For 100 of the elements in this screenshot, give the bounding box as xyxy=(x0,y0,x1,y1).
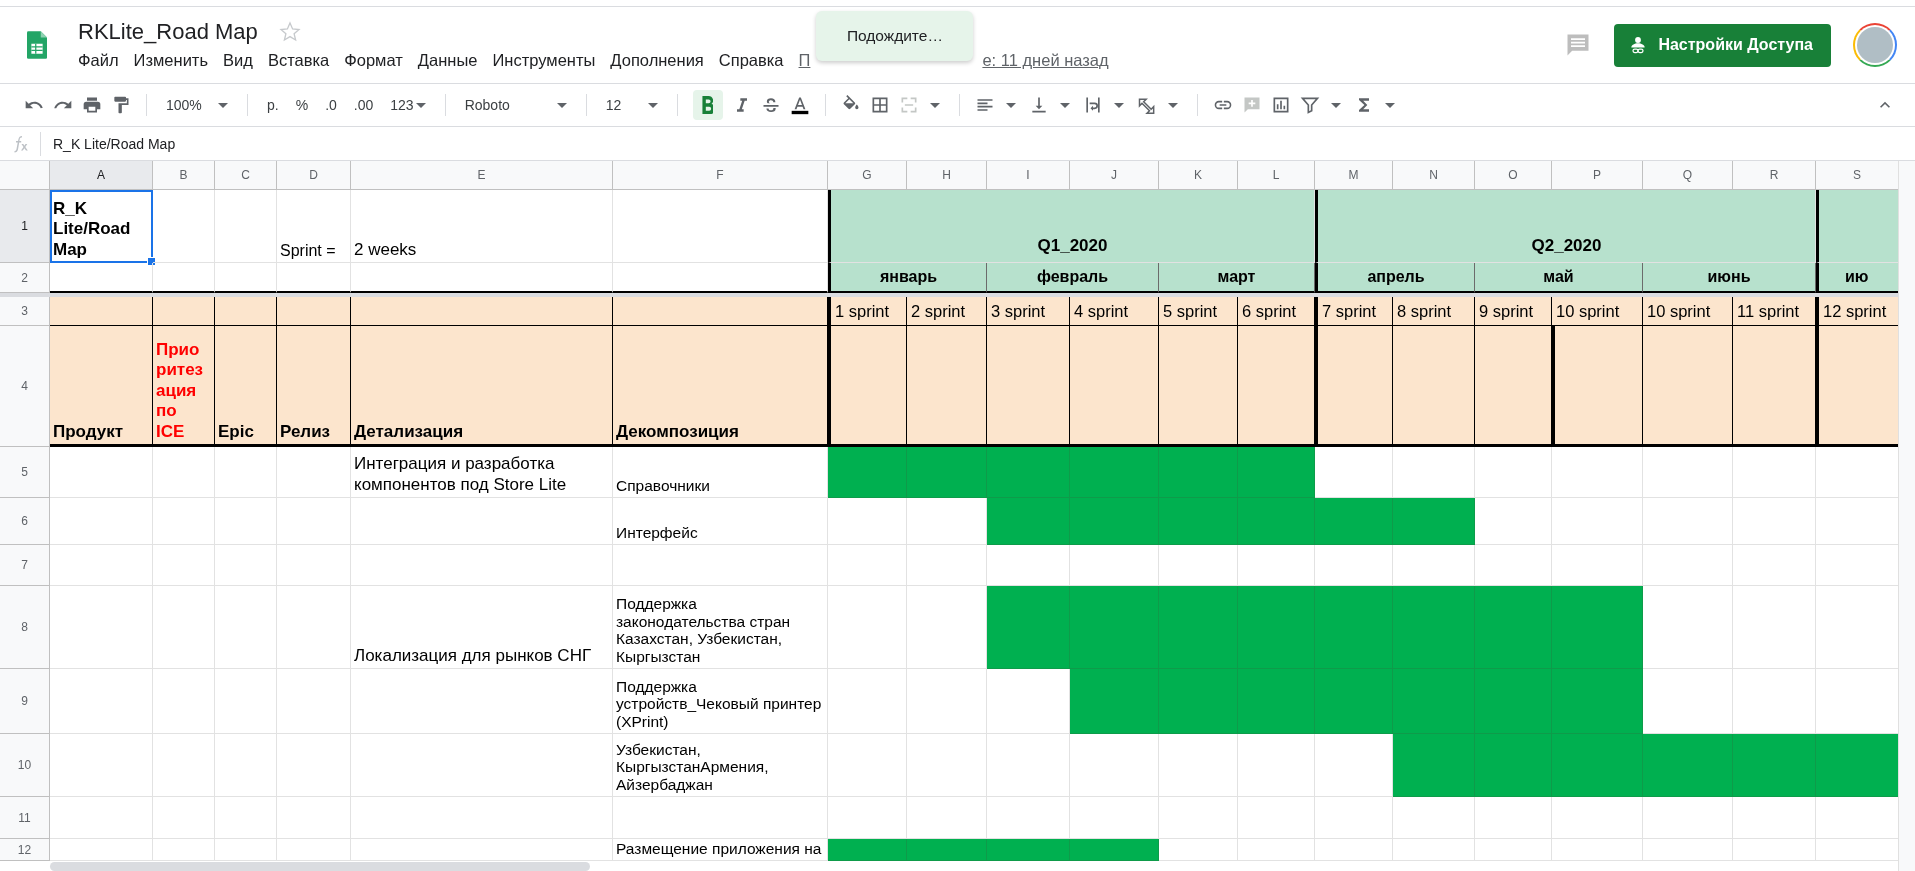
decrease-decimal-button[interactable]: .0 xyxy=(321,90,341,120)
row-number[interactable]: 7 xyxy=(0,545,50,586)
menu-item[interactable]: Инструменты xyxy=(492,48,602,72)
number-format-dropdown[interactable]: 123 xyxy=(386,90,430,120)
row-number[interactable]: 6 xyxy=(0,498,50,545)
column-header[interactable]: F xyxy=(613,161,828,190)
formula-field[interactable]: R_K Lite/Road Map xyxy=(41,135,176,152)
menu-item[interactable]: Изменить xyxy=(133,48,214,72)
table-cell xyxy=(215,545,277,586)
month-header: май xyxy=(1475,263,1643,293)
percent-format-button[interactable]: % xyxy=(291,90,313,120)
caret-icon[interactable] xyxy=(1005,102,1016,108)
column-header[interactable]: B xyxy=(153,161,215,190)
currency-format-button[interactable]: р. xyxy=(263,90,283,120)
table-cell xyxy=(153,297,215,326)
row-number[interactable]: 9 xyxy=(0,669,50,734)
text-color-icon[interactable] xyxy=(789,95,810,115)
print-icon[interactable] xyxy=(82,95,102,115)
sprint-header: 7 sprint xyxy=(1315,297,1393,326)
loading-toast: Подождите… xyxy=(816,10,974,61)
menu-item[interactable]: Дополнения xyxy=(610,48,710,72)
sprint-header: 2 sprint xyxy=(907,297,987,326)
column-header[interactable]: G xyxy=(828,161,907,190)
column-header[interactable]: L xyxy=(1238,161,1315,190)
horizontal-scrollbar[interactable] xyxy=(50,862,590,871)
row-number[interactable]: 5 xyxy=(0,447,50,498)
column-header[interactable]: Q xyxy=(1643,161,1733,190)
table-cell: Интерфейс xyxy=(613,498,828,545)
caret-icon[interactable] xyxy=(929,102,940,108)
column-header[interactable]: A xyxy=(50,161,153,190)
table-cell xyxy=(215,839,277,861)
sprint-header: 11 sprint xyxy=(1733,297,1816,326)
caret-icon[interactable] xyxy=(1113,102,1124,108)
column-title: Декомпозиция xyxy=(613,326,828,447)
last-edit-link[interactable]: е: 11 дней назад xyxy=(982,50,1109,70)
column-header[interactable]: H xyxy=(907,161,987,190)
column-title: Детализация xyxy=(351,326,613,447)
table-cell xyxy=(153,839,215,861)
menu-item[interactable]: Данные xyxy=(417,48,484,72)
table-cell xyxy=(215,498,277,545)
caret-icon[interactable] xyxy=(1330,102,1341,108)
table-cell: Поддержка устройств_Чековый принтер (XPrint) xyxy=(613,669,828,734)
menu-item[interactable]: Вид xyxy=(223,48,259,72)
sprint-header: 4 sprint xyxy=(1070,297,1159,326)
table-cell: Узбекистан, КыргызстанАрмения, Айзербаджан xyxy=(613,734,828,797)
table-cell[interactable]: R_K Lite/Road Map xyxy=(50,190,153,263)
caret-icon[interactable] xyxy=(1167,102,1178,108)
vertical-scrollbar[interactable] xyxy=(1898,161,1915,871)
table-cell xyxy=(215,447,277,498)
menu-item[interactable]: Файл xyxy=(78,48,125,72)
increase-decimal-button[interactable]: .00 xyxy=(349,90,378,120)
caret-icon[interactable] xyxy=(1384,102,1395,108)
filter-icon[interactable] xyxy=(1299,95,1320,115)
row-number[interactable]: 8 xyxy=(0,586,50,669)
user-avatar[interactable] xyxy=(1853,23,1897,67)
bold-button[interactable] xyxy=(692,90,723,120)
sprint-header: 5 sprint xyxy=(1159,297,1238,326)
table-cell xyxy=(153,797,215,839)
row-number[interactable]: 1 xyxy=(0,190,50,263)
paint-format-icon[interactable] xyxy=(111,95,131,115)
column-header[interactable]: N xyxy=(1393,161,1475,190)
table-cell: Sprint = xyxy=(277,190,351,263)
bold-icon xyxy=(702,96,714,114)
month-header: январь xyxy=(828,263,987,293)
table-cell: Поддержка законодательства стран Казахстан, Узбекистан, Кыргызстан xyxy=(613,586,828,669)
menu-item[interactable]: Справка xyxy=(718,48,790,72)
row-number[interactable]: 2 xyxy=(0,263,50,293)
column-header[interactable]: O xyxy=(1475,161,1552,190)
column-header[interactable]: P xyxy=(1552,161,1643,190)
menu-item[interactable]: Формат xyxy=(344,48,409,72)
row-number[interactable]: 10 xyxy=(0,734,50,797)
table-cell xyxy=(215,669,277,734)
column-header[interactable]: I xyxy=(987,161,1070,190)
table-cell xyxy=(215,734,277,797)
caret-icon[interactable] xyxy=(1059,102,1070,108)
font-dropdown[interactable]: Roboto xyxy=(460,90,571,120)
last-edit-link[interactable]: П xyxy=(798,50,811,70)
document-title[interactable]: RKLite_Road Map xyxy=(78,18,258,45)
column-header[interactable]: J xyxy=(1070,161,1159,190)
column-header[interactable]: K xyxy=(1159,161,1238,190)
font-size-dropdown[interactable]: 12 xyxy=(601,90,662,120)
column-header[interactable]: R xyxy=(1733,161,1816,190)
row-number[interactable]: 4 xyxy=(0,326,50,447)
menu-item[interactable]: Вставка xyxy=(267,48,336,72)
row-number[interactable]: 11 xyxy=(0,797,50,839)
table-cell xyxy=(153,545,215,586)
row-number[interactable]: 3 xyxy=(0,297,50,326)
column-title: Epic xyxy=(215,326,277,447)
table-cell: Интеграция и разработка компонентов под Store Lite xyxy=(351,447,613,498)
share-button[interactable]: Настройки Доступа xyxy=(1614,23,1831,67)
row-number[interactable]: 12 xyxy=(0,839,50,861)
column-header[interactable]: S xyxy=(1816,161,1899,190)
text-rotate-icon[interactable] xyxy=(1136,95,1157,115)
month-header: февраль xyxy=(987,263,1159,293)
table-cell: Локализация для рынков СНГ xyxy=(351,586,613,669)
column-header[interactable]: M xyxy=(1315,161,1393,190)
column-header[interactable]: C xyxy=(215,161,277,190)
column-header[interactable]: D xyxy=(277,161,351,190)
column-header[interactable]: E xyxy=(351,161,613,190)
zoom-dropdown[interactable]: 100% xyxy=(162,90,232,120)
